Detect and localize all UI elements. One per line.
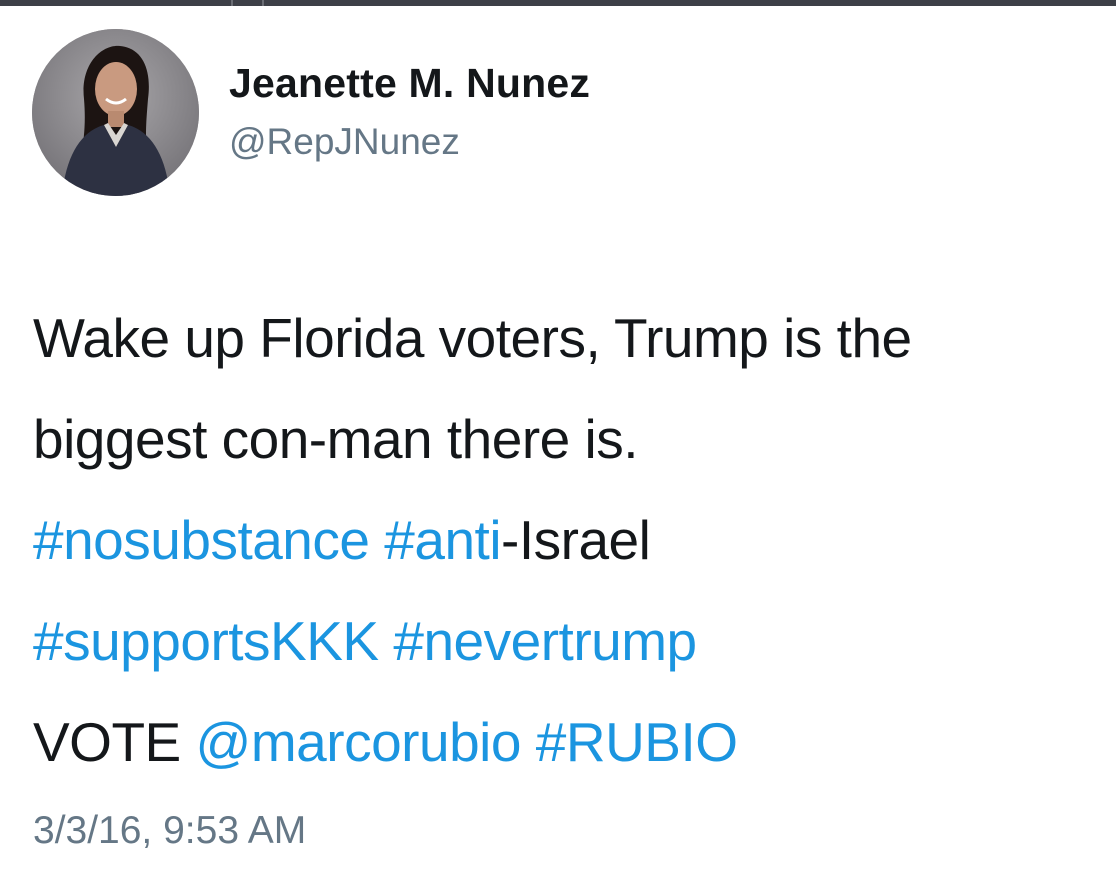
tweet-text-line: Wake up Florida voters, Trump is the xyxy=(33,307,912,369)
avatar[interactable] xyxy=(32,29,199,196)
user-handle[interactable]: @RepJNunez xyxy=(229,121,460,163)
tweet-text-line: #supportsKKK #nevertrump xyxy=(33,591,1103,692)
display-name[interactable]: Jeanette M. Nunez xyxy=(229,60,590,107)
profile-photo-icon xyxy=(32,29,199,196)
tweet-text-fragment: -Israel xyxy=(501,509,651,571)
tweet-text-line: VOTE @marcorubio #RUBIO xyxy=(33,692,1103,793)
mention-link[interactable]: @marcorubio xyxy=(196,711,522,773)
tweet-timestamp[interactable]: 3/3/16, 9:53 AM xyxy=(33,809,306,853)
hashtag-link[interactable]: #RUBIO xyxy=(536,711,738,773)
hashtag-link[interactable]: #nosubstance xyxy=(33,509,370,571)
tweet-text: Wake up Florida voters, Trump is the big… xyxy=(33,288,1103,793)
hashtag-link[interactable]: #nevertrump xyxy=(393,610,697,672)
hashtag-link[interactable]: #supportsKKK xyxy=(33,610,379,672)
tweet-text-line: biggest con-man there is. xyxy=(33,408,639,470)
tweet-text-fragment: VOTE xyxy=(33,711,181,773)
tweet-card: Jeanette M. Nunez @RepJNunez Wake up Flo… xyxy=(0,6,1116,878)
tweet-text-line: #nosubstance #anti-Israel xyxy=(33,490,1103,591)
hashtag-link[interactable]: #anti xyxy=(384,509,501,571)
